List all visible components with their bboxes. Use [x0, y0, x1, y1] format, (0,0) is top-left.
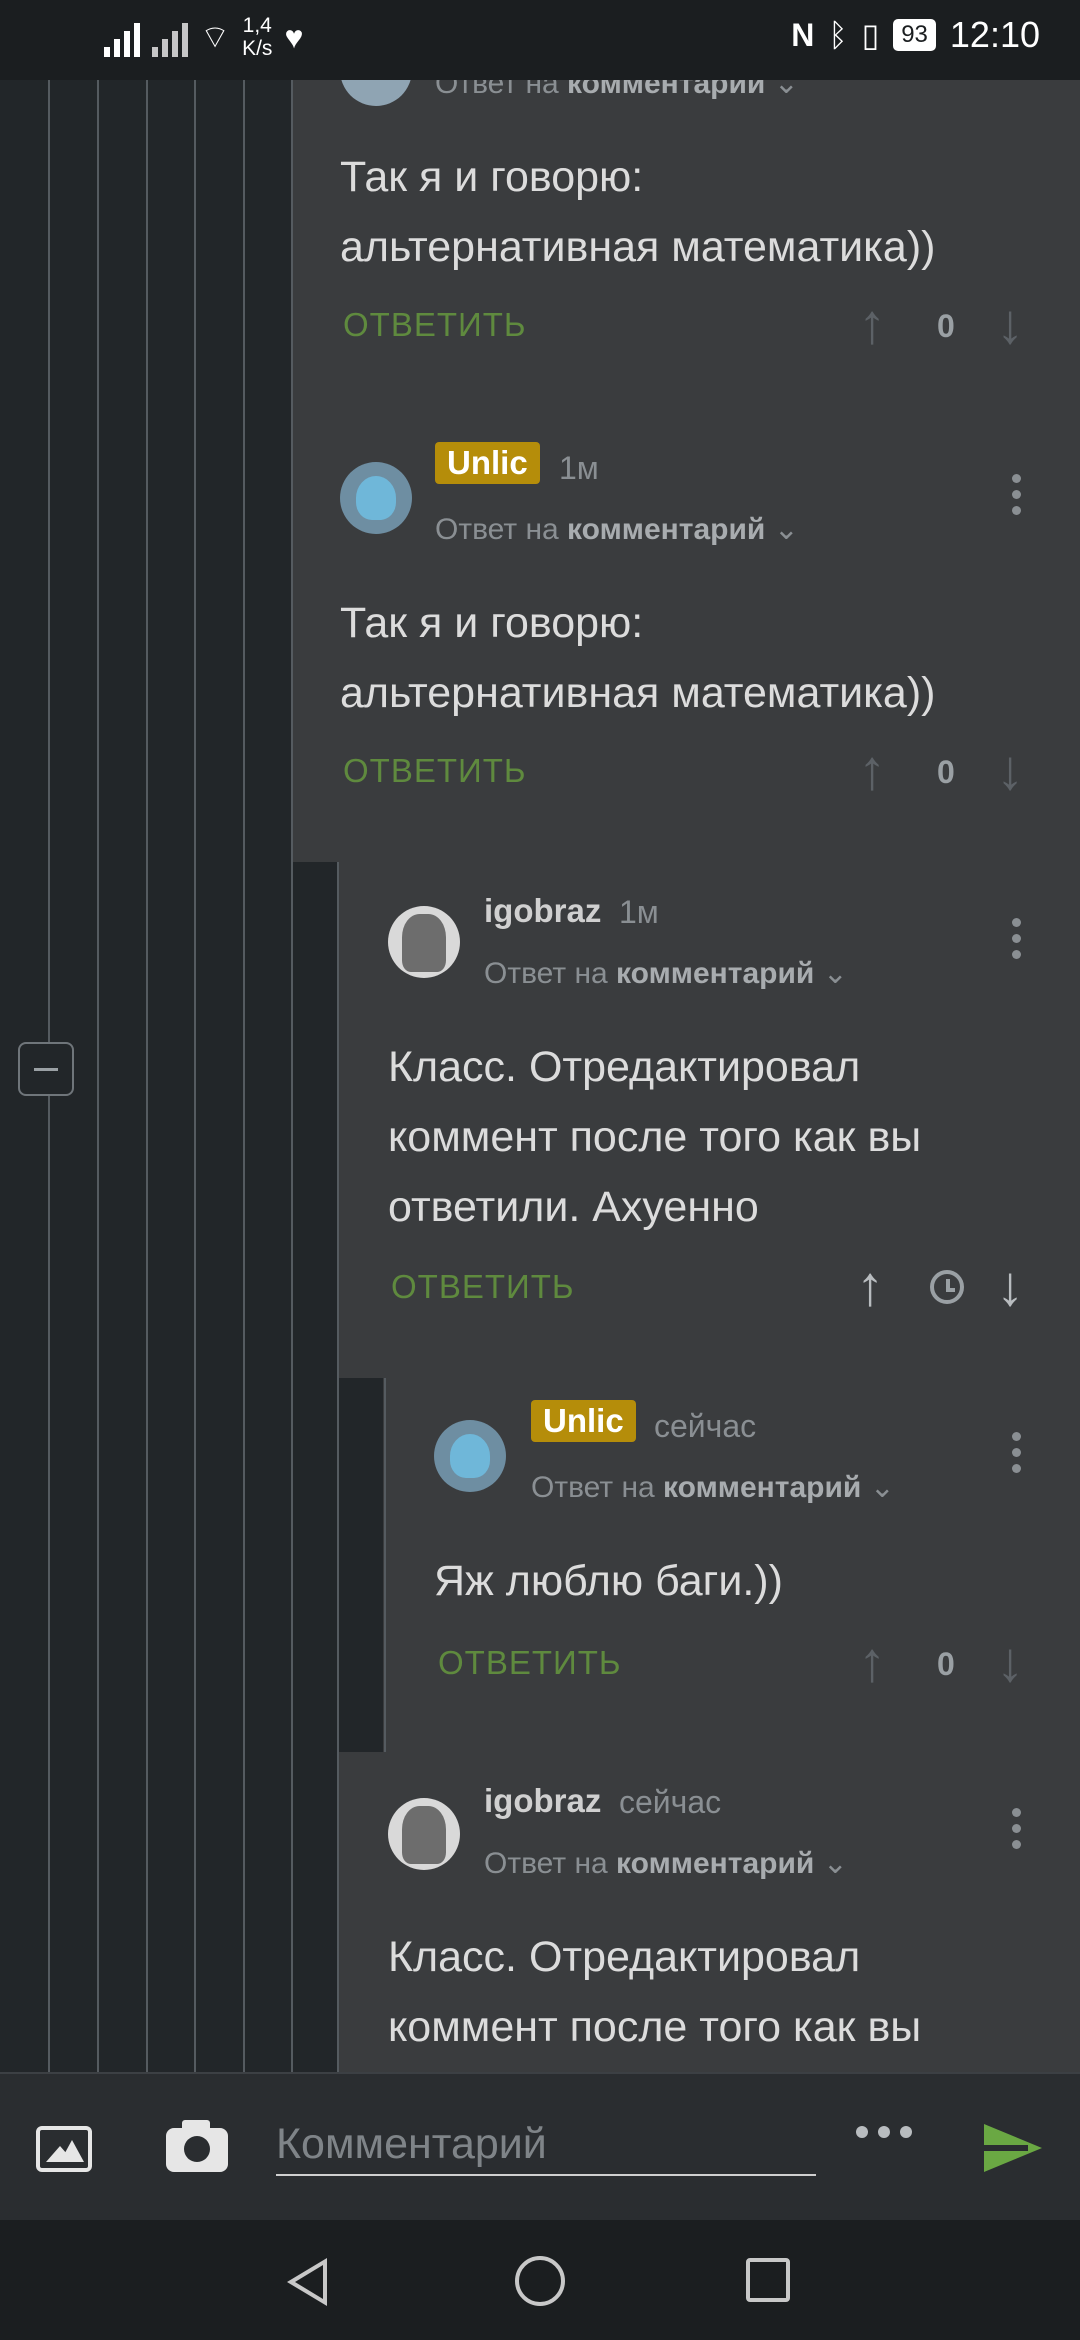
nfc-icon: N — [791, 16, 815, 53]
downvote-icon[interactable]: ↓ — [996, 1258, 1024, 1314]
clock-time: 12:10 — [949, 14, 1040, 55]
username-badge[interactable]: Unlic — [435, 442, 540, 484]
camera-icon[interactable] — [166, 2120, 228, 2172]
more-options-icon[interactable] — [1012, 1432, 1022, 1480]
thread-line[interactable] — [243, 80, 245, 2072]
thread-line[interactable] — [146, 80, 148, 2072]
attach-image-icon[interactable] — [36, 2126, 92, 2172]
send-icon[interactable] — [984, 2124, 1042, 2172]
reply-button[interactable]: ОТВЕТИТЬ — [438, 1644, 622, 1682]
avatar[interactable] — [388, 1798, 460, 1870]
upvote-icon[interactable]: ↑ — [858, 1634, 886, 1690]
reply-to-link[interactable]: Ответ на комментарий ⌄ — [435, 512, 799, 547]
avatar[interactable] — [388, 906, 460, 978]
net-speed-value: 1,4 — [242, 14, 272, 37]
comment-text-line: коммент после того как вы — [388, 1113, 922, 1161]
vote-count: 0 — [937, 1646, 955, 1682]
comment-time: 1м — [559, 450, 599, 486]
comment-text: Класс. Отредактировал коммент после того… — [388, 1922, 921, 2062]
status-bar: ⌔ 1,4 K/s ♥ N ᛒ ▯ 93 12:10 — [0, 0, 1080, 80]
system-nav-bar — [0, 2220, 1080, 2340]
comment-text: Так я и говорю: альтернативная математик… — [340, 588, 935, 728]
upvote-icon[interactable]: ↑ — [858, 296, 886, 352]
comment-text: Класс. Отредактировал коммент после того… — [388, 1032, 921, 1242]
reply-to-link[interactable]: Ответ на комментарий ⌄ — [484, 956, 848, 991]
vote-count: 0 — [937, 308, 955, 344]
reply-to-link[interactable]: Ответ на комментарий ⌄ — [484, 1846, 848, 1881]
reply-button[interactable]: ОТВЕТИТЬ — [343, 306, 527, 344]
wifi-icon: ⌔ — [200, 19, 231, 55]
nav-recents-icon[interactable] — [746, 2258, 790, 2302]
more-options-icon[interactable] — [1012, 918, 1022, 966]
comment-text-line: альтернативная математика)) — [340, 669, 936, 717]
thread-line[interactable] — [384, 1378, 386, 1752]
username[interactable]: igobraz — [484, 892, 601, 930]
downvote-icon[interactable]: ↓ — [996, 296, 1024, 352]
comment-time: сейчас — [619, 1784, 722, 1820]
thread-line[interactable] — [97, 80, 99, 2072]
reply-to-prefix: Ответ на — [484, 957, 608, 990]
comment-text-line: ответили. Ахуенно — [388, 1183, 759, 1231]
reply-to-link[interactable]: Ответ на комментарий ⌄ — [435, 80, 799, 101]
reply-to-prefix: Ответ на — [435, 80, 559, 100]
comment-composer — [0, 2072, 1080, 2222]
reply-to-prefix: Ответ на — [531, 1471, 655, 1504]
more-horizontal-icon[interactable] — [856, 2126, 912, 2138]
chevron-down-icon: ⌄ — [773, 80, 799, 100]
network-speed: 1,4 K/s — [242, 14, 272, 60]
nest-gutter — [293, 862, 337, 2072]
bluetooth-icon: ᛒ — [828, 16, 848, 53]
comment-text-line: Класс. Отредактировал — [388, 1933, 861, 1981]
chevron-down-icon: ⌄ — [822, 1847, 848, 1880]
comment-time: 1м — [619, 894, 659, 930]
comment-text-line: Яж люблю баги.)) — [434, 1557, 783, 1605]
username-badge[interactable]: Unlic — [531, 1400, 636, 1442]
comment-input[interactable] — [276, 2114, 816, 2176]
reply-to-target: комментарий — [616, 957, 815, 990]
vibrate-icon: ▯ — [861, 17, 880, 53]
signal-x-icon — [152, 17, 188, 57]
heart-health-icon: ♥ — [284, 18, 304, 55]
thread-line[interactable] — [194, 80, 196, 2072]
comment-thread[interactable]: Ответ на комментарий ⌄ Так я и говорю: а… — [0, 80, 1080, 2072]
comment-text-line: коммент после того как вы — [388, 2003, 922, 2051]
reply-button[interactable]: ОТВЕТИТЬ — [343, 752, 527, 790]
comment-text: Яж люблю баги.)) — [434, 1546, 783, 1616]
reply-to-link[interactable]: Ответ на комментарий ⌄ — [531, 1470, 895, 1505]
comment-text-line: Так я и говорю: — [340, 599, 644, 647]
net-speed-unit: K/s — [242, 37, 273, 60]
vote-count: 0 — [937, 754, 955, 790]
more-options-icon[interactable] — [1012, 1808, 1022, 1856]
comment-time: сейчас — [654, 1408, 757, 1444]
chevron-down-icon: ⌄ — [822, 957, 848, 990]
downvote-icon[interactable]: ↓ — [996, 742, 1024, 798]
reply-to-prefix: Ответ на — [484, 1847, 608, 1880]
downvote-icon[interactable]: ↓ — [996, 1634, 1024, 1690]
nav-home-icon[interactable] — [515, 2256, 565, 2306]
comment-text-line: Так я и говорю: — [340, 153, 644, 201]
pending-clock-icon — [930, 1270, 964, 1304]
battery-icon: 93 — [893, 19, 936, 51]
username[interactable]: igobraz — [484, 1782, 601, 1820]
reply-to-target: комментарий — [567, 513, 766, 546]
more-options-icon[interactable] — [1012, 474, 1022, 522]
signal-icon — [104, 17, 140, 57]
nav-back-icon[interactable] — [287, 2258, 327, 2306]
nest-gutter — [339, 1378, 383, 1752]
reply-to-target: комментарий — [567, 80, 766, 100]
comment-text-line: альтернативная математика)) — [340, 223, 936, 271]
comment-text-line: Класс. Отредактировал — [388, 1043, 861, 1091]
reply-to-prefix: Ответ на — [435, 513, 559, 546]
upvote-icon[interactable]: ↑ — [858, 742, 886, 798]
chevron-down-icon: ⌄ — [773, 513, 799, 546]
reply-to-target: комментарий — [663, 1471, 862, 1504]
upvote-icon[interactable]: ↑ — [856, 1258, 884, 1314]
comment-text: Так я и говорю: альтернативная математик… — [340, 142, 935, 282]
avatar[interactable] — [340, 462, 412, 534]
reply-to-target: комментарий — [616, 1847, 815, 1880]
avatar[interactable] — [434, 1420, 506, 1492]
reply-button[interactable]: ОТВЕТИТЬ — [391, 1268, 575, 1306]
collapse-thread-button[interactable] — [18, 1042, 74, 1096]
chevron-down-icon: ⌄ — [869, 1471, 895, 1504]
